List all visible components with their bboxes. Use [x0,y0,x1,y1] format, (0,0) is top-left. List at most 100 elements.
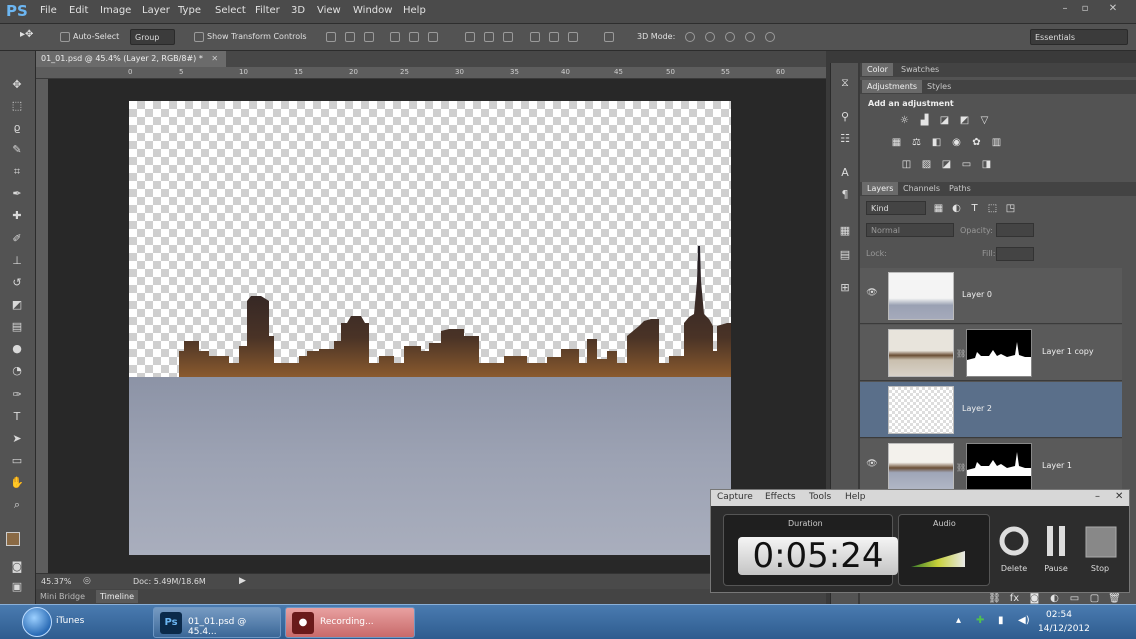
menu-help[interactable]: Help [403,5,426,16]
tab-styles[interactable]: Styles [922,80,956,93]
status-menu-arrow-icon[interactable]: ▶ [239,576,246,586]
delete-button[interactable] [996,526,1032,556]
filter-shape-icon[interactable]: ⬚ [986,203,999,215]
lasso-tool-icon[interactable]: ϱ [9,120,25,136]
filter-pixel-icon[interactable]: ▦ [932,203,945,215]
auto-select-checkbox[interactable] [60,32,70,42]
recorder-close-icon[interactable]: ✕ [1115,491,1123,502]
vibrance-icon[interactable]: ▽ [978,115,991,127]
menu-image[interactable]: Image [100,5,131,16]
tab-adjustments[interactable]: Adjustments [862,80,923,93]
selective-color-icon[interactable]: ◨ [980,159,993,171]
minimize-button[interactable]: – [1056,3,1074,17]
move-tool-icon[interactable]: ✥ [9,77,25,93]
eyedropper-tool-icon[interactable]: ✒ [9,186,25,202]
color-balance-icon[interactable]: ⚖ [910,137,923,149]
tab-color[interactable]: Color [862,63,893,76]
align-top-icon[interactable] [326,32,336,42]
dodge-tool-icon[interactable]: ◔ [9,363,25,379]
brush-presets-icon[interactable]: ▦ [837,223,853,239]
document-tab[interactable]: 01_01.psd @ 45.4% (Layer 2, RGB/8#) * ✕ [36,51,226,67]
filter-adjustment-icon[interactable]: ◐ [950,203,963,215]
shape-tool-icon[interactable]: ▭ [9,453,25,469]
close-tab-icon[interactable]: ✕ [211,54,218,63]
crop-tool-icon[interactable]: ⌗ [9,164,25,180]
layer-row-layer-1[interactable]: 👁 ⛓ Layer 1 [860,439,1122,495]
layer-row-layer-1-copy[interactable]: ⛓ Layer 1 copy [860,325,1122,381]
recorder-menu-help[interactable]: Help [845,492,866,502]
gradient-map-icon[interactable]: ▭ [960,159,973,171]
character-icon[interactable]: A [837,165,853,181]
menu-filter[interactable]: Filter [255,5,280,16]
align-vcenter-icon[interactable] [345,32,355,42]
menu-edit[interactable]: Edit [69,5,88,16]
3d-roll-icon[interactable] [705,32,715,42]
3d-scale-icon[interactable] [765,32,775,42]
tab-paths[interactable]: Paths [944,182,976,195]
distribute-hcenter-icon[interactable] [549,32,559,42]
levels-icon[interactable]: ▟ [918,115,931,127]
hand-tool-icon[interactable]: ✋ [9,475,25,491]
photo-filter-icon[interactable]: ◉ [950,137,963,149]
type-tool-icon[interactable]: T [9,409,25,425]
layer-name[interactable]: Layer 2 [962,404,992,413]
document-canvas[interactable] [129,101,731,555]
brightness-contrast-icon[interactable]: ☼ [898,115,911,127]
marquee-tool-icon[interactable]: ⬚ [9,98,25,114]
eye-hidden-icon[interactable] [865,402,879,414]
distribute-top-icon[interactable] [465,32,475,42]
eye-hidden-icon[interactable] [865,345,879,357]
align-bottom-icon[interactable] [364,32,374,42]
menu-view[interactable]: View [317,5,341,16]
move-tool-icon[interactable]: ▸✥ [20,29,33,40]
3d-rotate-icon[interactable] [685,32,695,42]
clock-time[interactable]: 02:54 [1046,610,1072,620]
menu-layer[interactable]: Layer [142,5,170,16]
hue-saturation-icon[interactable]: ▦ [890,137,903,149]
maximize-button[interactable]: ▫ [1076,3,1094,17]
status-info-icon[interactable]: ◎ [83,576,91,586]
clock-date[interactable]: 14/12/2012 [1038,624,1090,634]
layer-row-layer-0[interactable]: 👁 Layer 0 [860,268,1122,324]
tab-layers[interactable]: Layers [862,182,899,195]
auto-select-target-dropdown[interactable]: Group [130,29,175,45]
color-lookup-icon[interactable]: ▥ [990,137,1003,149]
filter-smart-object-icon[interactable]: ◳ [1004,203,1017,215]
distribute-bottom-icon[interactable] [503,32,513,42]
3d-pan-icon[interactable] [725,32,735,42]
menu-window[interactable]: Window [353,5,392,16]
close-button[interactable]: ✕ [1104,3,1122,17]
align-left-icon[interactable] [390,32,400,42]
eye-icon[interactable]: 👁 [865,288,879,300]
quick-select-tool-icon[interactable]: ✎ [9,142,25,158]
recorder-menu-tools[interactable]: Tools [809,492,831,502]
recorder-menu-capture[interactable]: Capture [717,492,753,502]
auto-align-icon[interactable] [604,32,614,42]
properties-icon[interactable]: ☷ [837,131,853,147]
channel-mixer-icon[interactable]: ✿ [970,137,983,149]
zoom-level[interactable]: 45.37% [41,577,72,586]
screen-mode-icon[interactable]: ▣ [9,579,25,595]
blur-tool-icon[interactable]: ● [9,341,25,357]
posterize-icon[interactable]: ▨ [920,159,933,171]
taskbar-item-recording[interactable]: ● Recording... [285,607,415,638]
eye-icon[interactable]: 👁 [865,459,879,471]
opacity-input[interactable] [996,223,1034,237]
fill-input[interactable] [996,247,1034,261]
healing-brush-tool-icon[interactable]: ✚ [9,208,25,224]
foreground-color-swatch[interactable] [6,532,20,546]
menu-file[interactable]: File [40,5,57,16]
distribute-right-icon[interactable] [568,32,578,42]
menu-type[interactable]: Type [178,5,201,16]
layer-row-layer-2[interactable]: Layer 2 [860,382,1122,438]
stop-button[interactable] [1083,526,1119,558]
exposure-icon[interactable]: ◩ [958,115,971,127]
gradient-tool-icon[interactable]: ▤ [9,319,25,335]
tray-network-icon[interactable]: ▮ [998,615,1004,626]
clone-stamp-tool-icon[interactable]: ⊥ [9,253,25,269]
invert-icon[interactable]: ◫ [900,159,913,171]
history-icon[interactable]: ⧖ [837,75,853,91]
align-right-icon[interactable] [428,32,438,42]
tab-channels[interactable]: Channels [898,182,945,195]
eraser-tool-icon[interactable]: ◩ [9,297,25,313]
